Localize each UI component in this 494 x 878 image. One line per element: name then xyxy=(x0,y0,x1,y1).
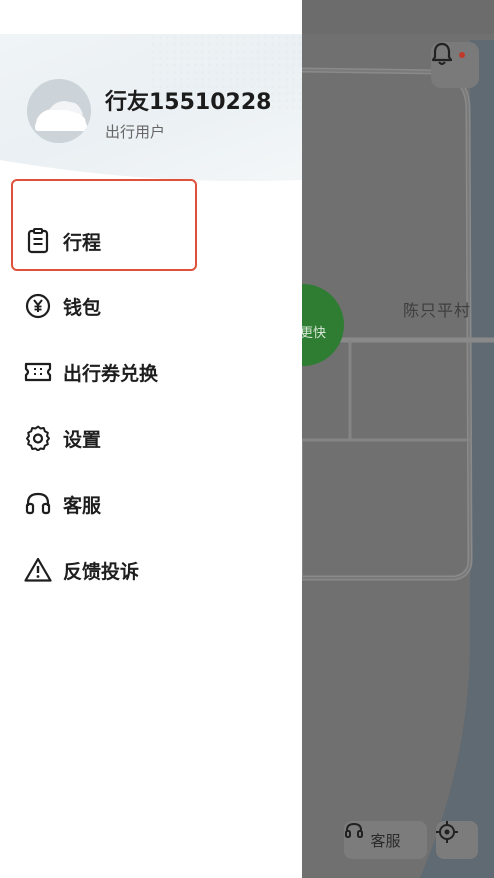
profile-header[interactable]: 行友15510228 出行用户 xyxy=(0,0,302,190)
headset-icon xyxy=(345,822,363,838)
map-marker-label: 更快 xyxy=(300,326,327,341)
ticket-icon xyxy=(24,358,52,386)
village-label: 陈只平村 xyxy=(403,301,472,320)
menu-item-label: 钱包 xyxy=(63,296,102,319)
user-name: 行友15510228 xyxy=(105,90,272,115)
clipboard-icon xyxy=(24,227,52,255)
bell-icon xyxy=(431,42,453,65)
side-drawer: 行友15510228 出行用户 行程 钱包 出行券兑换 设置 客服 反馈投诉 xyxy=(0,0,302,878)
menu-item-label: 设置 xyxy=(63,428,102,451)
notification-button[interactable] xyxy=(431,42,479,88)
menu-item-wallet[interactable]: 钱包 xyxy=(0,281,302,331)
menu-item-trips[interactable]: 行程 xyxy=(0,216,302,266)
menu-item-settings[interactable]: 设置 xyxy=(0,413,302,463)
status-strip xyxy=(0,0,302,34)
headset-icon xyxy=(24,490,52,518)
menu-item-customer-service[interactable]: 客服 xyxy=(0,479,302,529)
menu-item-feedback[interactable]: 反馈投诉 xyxy=(0,545,302,595)
gear-icon xyxy=(24,424,52,452)
map-service-label: 客服 xyxy=(370,831,401,850)
map-service-button[interactable]: 客服 xyxy=(344,821,427,859)
warning-icon xyxy=(24,556,52,584)
menu-item-label: 行程 xyxy=(63,231,102,254)
locate-icon xyxy=(436,821,458,843)
menu-item-label: 出行券兑换 xyxy=(63,362,159,385)
menu-item-coupon-redeem[interactable]: 出行券兑换 xyxy=(0,347,302,397)
notification-dot xyxy=(459,52,465,58)
menu-item-label: 客服 xyxy=(63,494,102,517)
locate-button[interactable] xyxy=(436,821,478,859)
yen-coin-icon xyxy=(24,292,52,320)
menu-item-label: 反馈投诉 xyxy=(63,560,140,583)
avatar[interactable] xyxy=(27,79,91,143)
car-avatar-icon xyxy=(27,79,91,143)
user-role: 出行用户 xyxy=(105,123,166,141)
